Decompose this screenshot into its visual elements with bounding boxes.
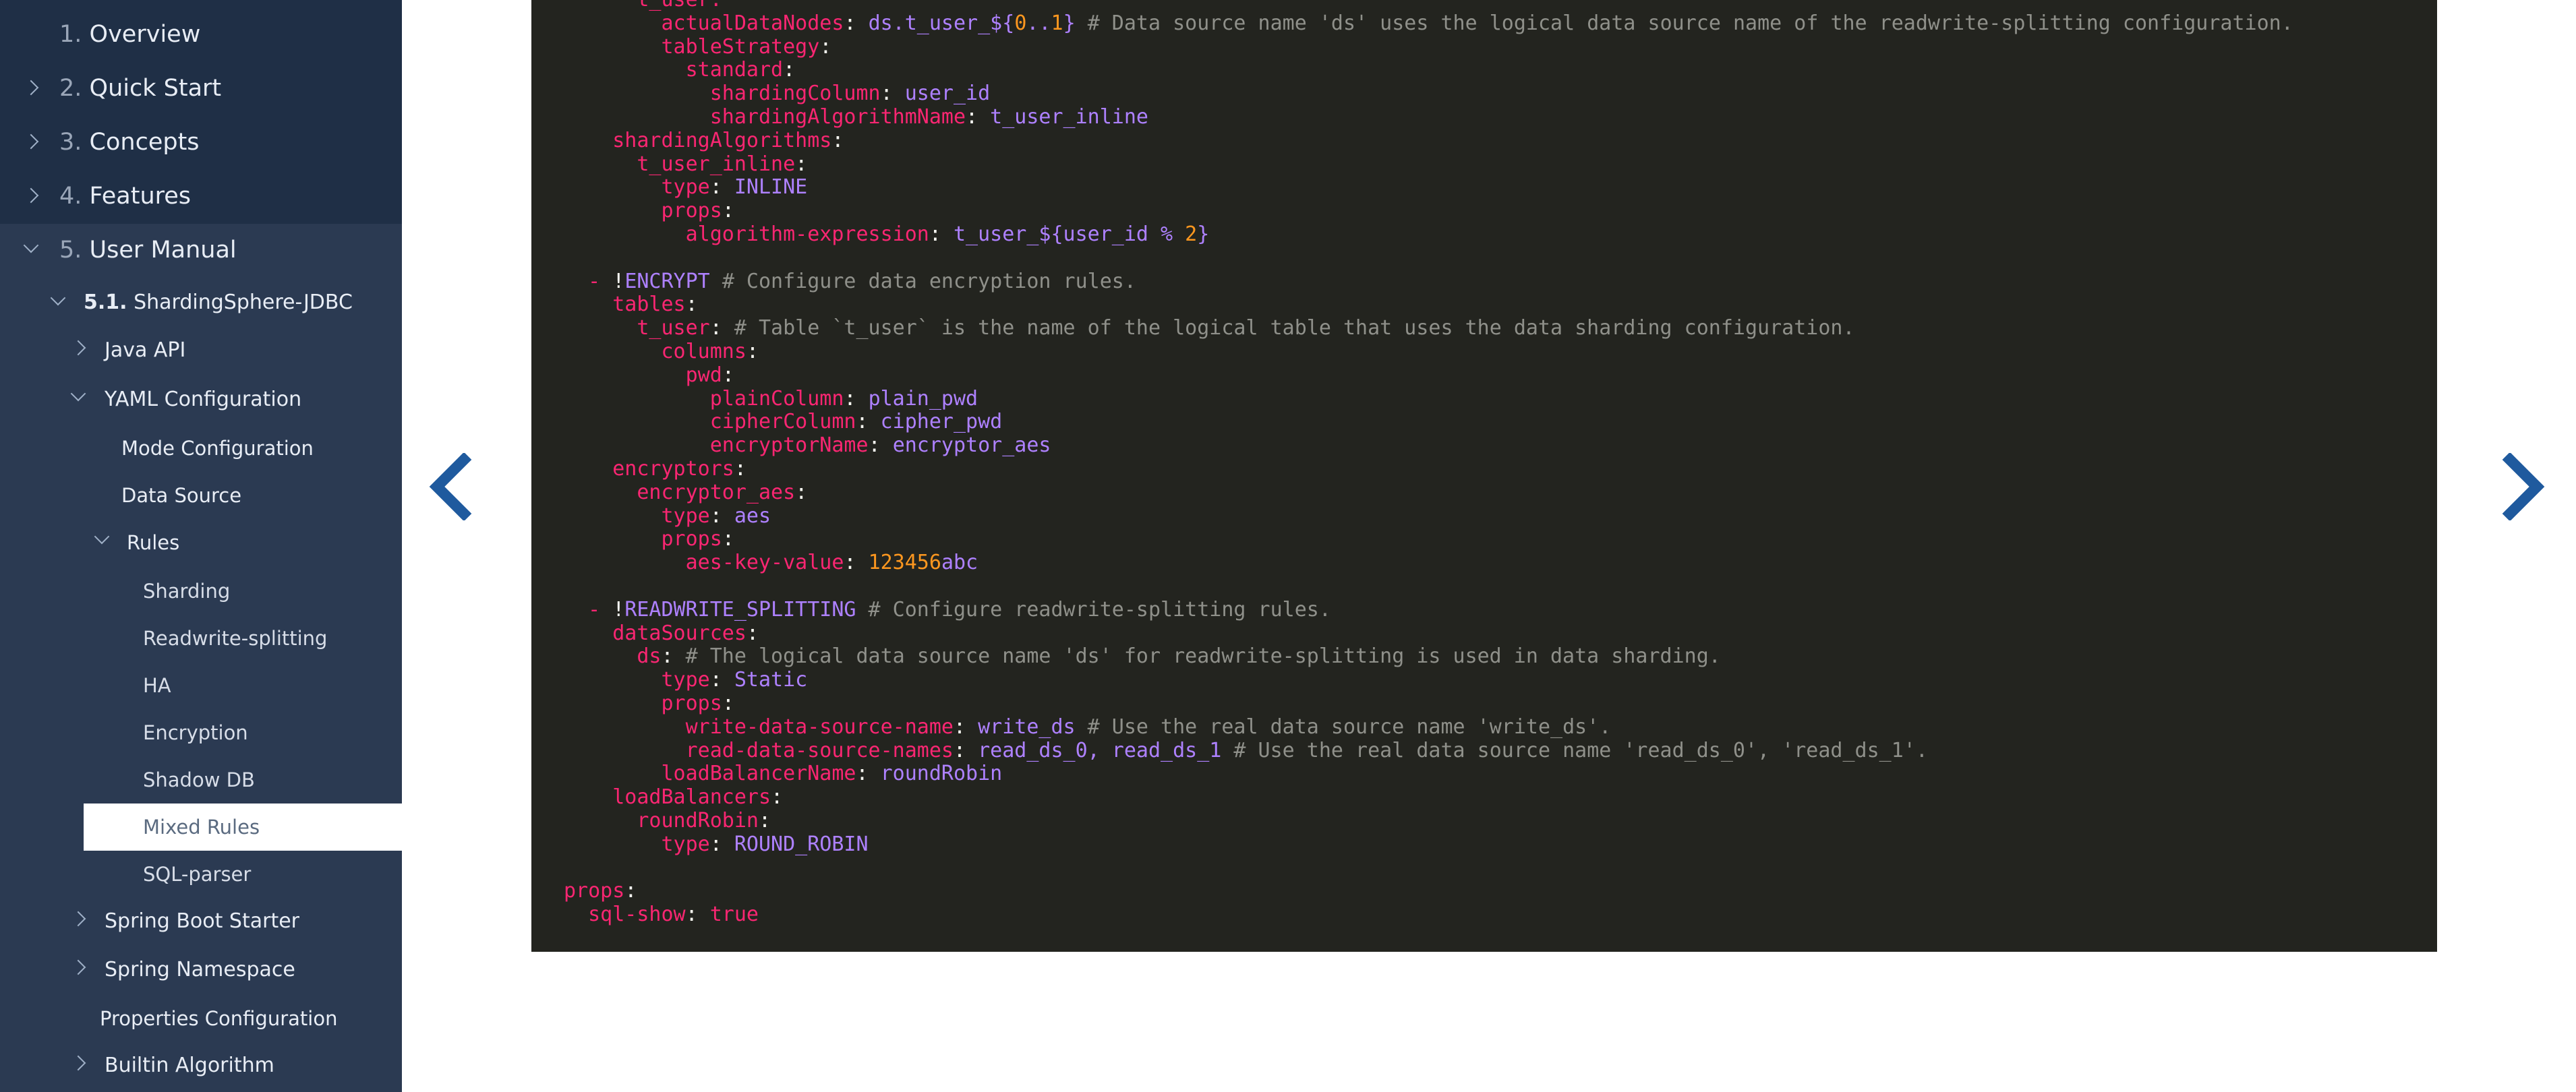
code-line: props: (564, 879, 637, 903)
code-line: props: (661, 199, 734, 223)
code-listing: t_user: actualDataNodes: ds.t_user_${0..… (564, 0, 2293, 927)
sidebar-item-sql-parser[interactable]: SQL-parser (0, 851, 402, 898)
sidebar-item-data-source[interactable]: Data Source (0, 472, 402, 519)
sidebar-item-overview[interactable]: 1. Overview (0, 7, 402, 61)
sidebar-item-sharding[interactable]: Sharding (0, 568, 402, 615)
code-line: type: ROUND_ROBIN (661, 832, 869, 856)
code-line: tableStrategy: (661, 34, 832, 59)
code-line: dataSources: (612, 621, 759, 645)
code-line: ds: # The logical data source name 'ds' … (637, 644, 1721, 669)
code-line: cipherColumn: cipher_pwd (709, 410, 1003, 434)
code-line: shardingAlgorithmName: t_user_inline (709, 104, 1148, 129)
sidebar-item-properties-configuration[interactable]: Properties Configuration (0, 995, 402, 1042)
code-line: aes-key-value: 123456abc (685, 551, 978, 575)
code-line: type: INLINE (661, 175, 808, 200)
code-line: sql-show: true (588, 903, 759, 927)
code-line: - !READWRITE_SPLITTING # Configure readw… (588, 597, 1331, 621)
chevron-down-icon[interactable] (70, 386, 86, 402)
code-line: encryptorName: encryptor_aes (709, 433, 1051, 458)
code-line: read-data-source-names: read_ds_0, read_… (685, 738, 1928, 762)
sidebar-item-builtin-algorithm[interactable]: Builtin Algorithm (0, 1042, 402, 1089)
sidebar-item-user-manual[interactable]: 5. User Manual (0, 223, 402, 277)
code-line: loadBalancerName: roundRobin (661, 762, 1003, 786)
code-line: roundRobin: (637, 808, 771, 832)
code-line: actualDataNodes: ds.t_user_${0..1} # Dat… (661, 11, 2293, 35)
chevron-right-icon[interactable] (70, 340, 86, 356)
sidebar-item-yaml-configuration[interactable]: YAML Configuration (0, 376, 402, 423)
code-line: props: (661, 691, 734, 715)
code-line: pwd: (685, 363, 734, 387)
code-line: plainColumn: plain_pwd (709, 386, 978, 411)
code-line: loadBalancers: (612, 785, 784, 810)
yaml-code-block: t_user: actualDataNodes: ds.t_user_${0..… (531, 0, 2437, 952)
chevron-right-icon[interactable] (23, 133, 39, 150)
chevron-right-icon[interactable] (23, 187, 39, 204)
sidebar-item-rules[interactable]: Rules (0, 519, 402, 566)
code-line: shardingColumn: user_id (709, 82, 991, 106)
prev-page-button[interactable] (418, 453, 483, 520)
sidebar-item-shadow-db[interactable]: Shadow DB (0, 756, 402, 803)
code-line: t_user: (564, 0, 722, 11)
sidebar-nav: 1. Overview 2. Quick Start 3. Concepts 4… (0, 0, 402, 1092)
code-line: shardingAlgorithms: (612, 128, 844, 152)
sidebar-item-features[interactable]: 4. Features (0, 169, 402, 223)
chevron-right-icon (2502, 453, 2545, 520)
chevron-right-icon[interactable] (70, 911, 86, 927)
sidebar-item-spring-namespace[interactable]: Spring Namespace (0, 946, 402, 994)
sidebar-item-readwrite-splitting[interactable]: Readwrite-splitting (0, 615, 402, 662)
chevron-left-icon (429, 453, 472, 520)
sidebar-item-ha[interactable]: HA (0, 662, 402, 709)
code-line: - !ENCRYPT # Configure data encryption r… (588, 269, 1136, 293)
sidebar-item-encryption[interactable]: Encryption (0, 709, 402, 756)
chevron-right-icon[interactable] (70, 959, 86, 975)
sidebar-item-mixed-rules[interactable]: Mixed Rules (84, 803, 402, 851)
code-line: encryptors: (612, 456, 747, 481)
sidebar-item-quick-start[interactable]: 2. Quick Start (0, 61, 402, 115)
code-line: props: (661, 527, 734, 551)
code-line: type: aes (661, 504, 771, 528)
sidebar-item-shardingsphere-jdbc[interactable]: 5.1. ShardingSphere-JDBC (0, 279, 402, 326)
code-line: standard: (685, 58, 796, 82)
code-line: t_user_inline: (637, 152, 808, 176)
chevron-down-icon[interactable] (94, 528, 110, 545)
code-line: t_user: # Table `t_user` is the name of … (637, 316, 1855, 340)
code-line: tables: (612, 293, 698, 317)
chevron-right-icon[interactable] (23, 80, 39, 96)
code-line: columns: (661, 339, 759, 363)
chevron-down-icon[interactable] (50, 290, 66, 306)
chevron-down-icon[interactable] (23, 237, 39, 253)
sidebar-item-concepts[interactable]: 3. Concepts (0, 115, 402, 169)
next-page-button[interactable] (2491, 453, 2556, 520)
code-line: write-data-source-name: write_ds # Use t… (685, 715, 1612, 739)
code-line: encryptor_aes: (637, 480, 808, 504)
code-line: type: Static (661, 668, 808, 692)
sidebar-item-java-api[interactable]: Java API (0, 327, 402, 374)
sidebar-item-mode-configuration[interactable]: Mode Configuration (0, 425, 402, 472)
sidebar-item-spring-boot-starter[interactable]: Spring Boot Starter (0, 898, 402, 945)
chevron-right-icon[interactable] (70, 1055, 86, 1071)
code-line: algorithm-expression: t_user_${user_id %… (685, 222, 1210, 246)
